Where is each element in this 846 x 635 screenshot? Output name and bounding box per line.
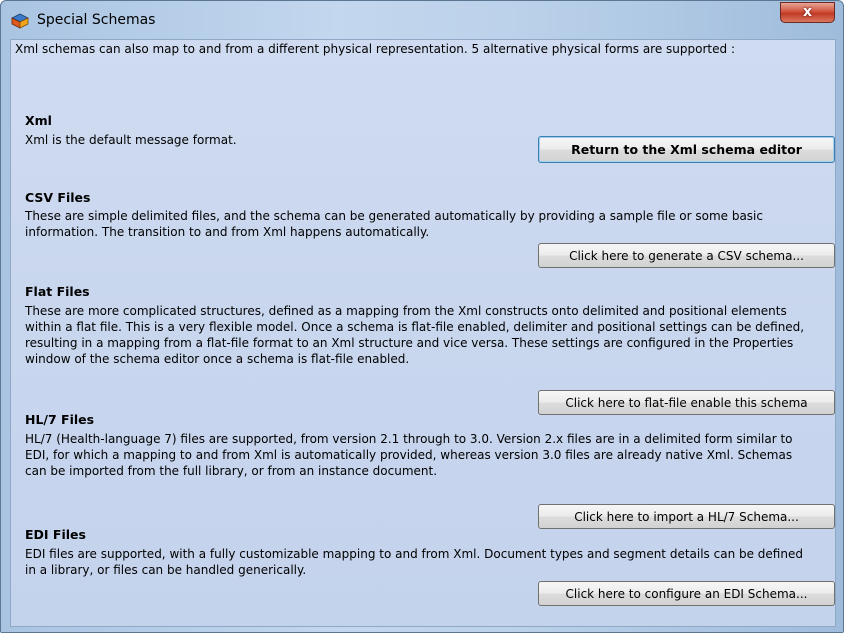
configure-edi-schema-button[interactable]: Click here to configure an EDI Schema... [538,581,835,606]
flat-files-description: These are more complicated structures, d… [25,304,805,366]
special-schemas-dialog: Special Schemas x Xml schemas can also m… [0,0,844,633]
close-icon: x [802,4,813,20]
xml-heading: Xml [25,113,52,128]
close-button[interactable]: x [780,2,835,23]
edi-heading: EDI Files [25,527,86,542]
edi-description: EDI files are supported, with a fully cu… [25,547,803,577]
intro-text: Xml schemas can also map to and from a d… [15,42,735,56]
flat-files-heading: Flat Files [25,284,90,299]
generate-csv-schema-button[interactable]: Click here to generate a CSV schema... [538,243,835,268]
import-hl7-schema-button[interactable]: Click here to import a HL/7 Schema... [538,504,835,529]
title-bar[interactable]: Special Schemas x [1,1,843,39]
app-cube-icon [11,13,29,29]
hl7-description: HL/7 (Health-language 7) files are suppo… [25,432,793,478]
csv-description: These are simple delimited files, and th… [25,209,763,239]
csv-heading: CSV Files [25,190,91,205]
flat-file-enable-button[interactable]: Click here to flat-file enable this sche… [538,390,835,415]
hl7-heading: HL/7 Files [25,412,95,427]
window-title: Special Schemas [37,12,156,28]
return-to-xml-editor-button[interactable]: Return to the Xml schema editor [538,136,835,163]
xml-description: Xml is the default message format. [25,133,237,147]
